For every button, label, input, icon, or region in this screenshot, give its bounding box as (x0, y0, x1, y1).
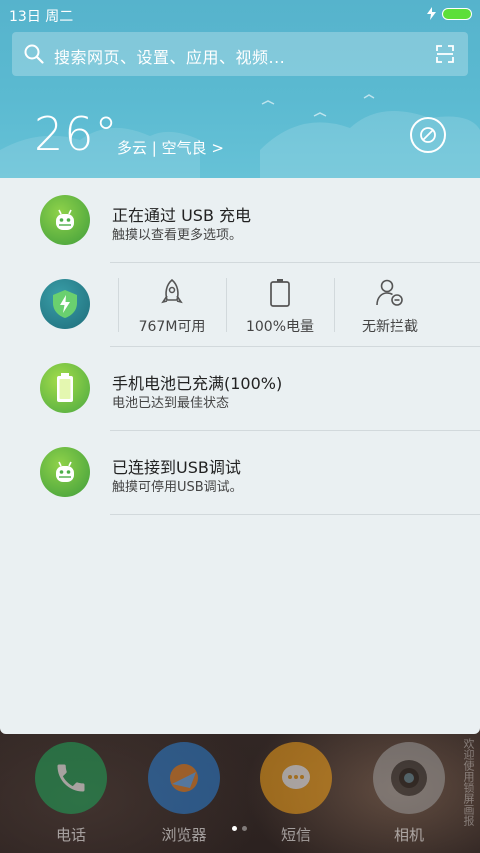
notification-subtitle: 触摸可停用USB调试。 (112, 480, 243, 495)
dock-label-phone: 电话 (55, 826, 86, 844)
stat-intercept-label: 无新拦截 (362, 319, 418, 335)
notification-title: 已连接到USB调试 (112, 458, 241, 477)
phone-icon (35, 742, 107, 814)
status-time: 13日 周二 (9, 9, 74, 25)
rocket-icon (161, 278, 183, 304)
search-bar[interactable]: 搜索网页、设置、应用、视频... (12, 32, 468, 76)
battery-icon (442, 7, 472, 20)
side-caption: 欢迎使用锁屏画报 (462, 738, 475, 826)
android-icon (40, 447, 90, 497)
dock-app-camera[interactable]: 相机 (371, 742, 447, 845)
stat-battery[interactable]: 100%电量 (226, 262, 334, 346)
shield-lightning-icon (40, 279, 90, 329)
weather-description[interactable]: 多云 | 空气良 > (117, 137, 224, 158)
notification-subtitle: 触摸以查看更多选项。 (112, 228, 243, 243)
battery-full-icon (40, 363, 90, 413)
weather-temperature[interactable]: 26° (34, 108, 119, 160)
separator (334, 278, 335, 332)
stat-memory[interactable]: 767M可用 (118, 262, 226, 346)
dock-app-browser[interactable]: 浏览器 (146, 742, 222, 845)
android-icon (40, 195, 90, 245)
stat-memory-label: 767M可用 (138, 319, 206, 335)
clear-notifications-button[interactable] (410, 117, 446, 153)
scan-icon[interactable] (436, 45, 454, 63)
shade-header: 13日 周二 搜索网页、设置、应用、视频... 26° 多云 | 空气良 > (0, 0, 480, 178)
notification-usb-debugging[interactable]: 已连接到USB调试 触摸可停用USB调试。 (0, 430, 480, 514)
dock-app-messages[interactable]: 短信 (258, 742, 334, 845)
browser-icon (148, 742, 220, 814)
page-indicator (232, 826, 247, 831)
dock-label-camera: 相机 (393, 826, 424, 844)
battery-icon (270, 279, 290, 307)
dock-label-messages: 短信 (280, 826, 311, 844)
notification-usb-charging[interactable]: 正在通过 USB 充电 触摸以查看更多选项。 (0, 178, 480, 262)
notification-title: 正在通过 USB 充电 (112, 206, 252, 225)
page-dot-active (232, 826, 237, 831)
stat-battery-label: 100%电量 (245, 319, 315, 335)
search-icon (24, 44, 44, 64)
status-bar: 13日 周二 (0, 0, 480, 28)
dock-label-browser: 浏览器 (161, 826, 207, 844)
camera-icon (373, 742, 445, 814)
charging-icon (427, 7, 436, 20)
message-icon (260, 742, 332, 814)
user-block-icon (376, 279, 403, 306)
home-dock: 电话 浏览器 短信 相机 (0, 738, 480, 853)
stat-intercept[interactable]: 无新拦截 (336, 262, 444, 346)
dock-app-phone[interactable]: 电话 (33, 742, 109, 845)
search-input[interactable]: 搜索网页、设置、应用、视频... (54, 44, 285, 68)
notification-title: 手机电池已充满(100%) (112, 374, 283, 393)
security-center-row[interactable]: 767M可用 100%电量 无新拦截 (0, 262, 480, 346)
status-indicators (427, 7, 472, 20)
notification-battery-full[interactable]: 手机电池已充满(100%) 电池已达到最佳状态 (0, 346, 480, 430)
notification-subtitle: 电池已达到最佳状态 (112, 396, 230, 411)
divider (110, 514, 480, 515)
page-dot (242, 826, 247, 831)
notification-panel: 正在通过 USB 充电 触摸以查看更多选项。 767M可用 100%电量 无新拦… (0, 178, 480, 734)
clear-icon (420, 127, 436, 143)
